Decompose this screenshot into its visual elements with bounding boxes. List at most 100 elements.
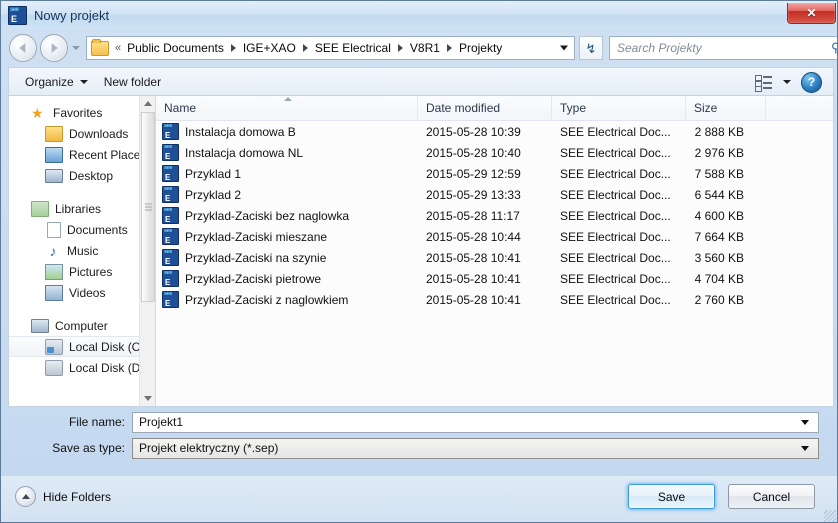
chevron-down-icon[interactable]: [801, 445, 809, 451]
hide-folders-label: Hide Folders: [43, 489, 112, 504]
sidebar-scrollbar[interactable]: [139, 96, 155, 406]
breadcrumb-item-projekty[interactable]: Projekty: [457, 40, 504, 56]
sidebar-group-computer[interactable]: Computer: [9, 315, 155, 336]
file-name-cell: see E Przyklad-Zaciski bez naglowka: [156, 207, 418, 224]
address-bar[interactable]: « Public Documents IGE+XAO SEE Electrica…: [86, 36, 575, 60]
breadcrumb-item-public-documents[interactable]: Public Documents: [125, 40, 226, 56]
breadcrumb-separator-icon: [230, 44, 236, 52]
sidebar-item-label: Pictures: [69, 264, 113, 279]
system-disk-icon: [45, 338, 63, 355]
see-electrical-document-icon: see E: [162, 144, 179, 161]
refresh-button[interactable]: ↯: [579, 36, 603, 60]
sidebar-item-downloads[interactable]: Downloads: [9, 123, 155, 144]
save-button[interactable]: Save: [628, 484, 715, 509]
table-row[interactable]: see E Przyklad-Zaciski pietrowe 2015-05-28 …: [156, 268, 833, 289]
breadcrumb-separator-icon: [397, 44, 403, 52]
forward-button[interactable]: [40, 34, 68, 62]
sidebar-item-pictures[interactable]: Pictures: [9, 261, 155, 282]
save-as-type-select[interactable]: Projekt elektryczny (*.sep): [132, 437, 819, 459]
new-folder-button[interactable]: New folder: [96, 72, 169, 92]
table-row[interactable]: see E Przyklad 2 2015-05-29 13:33 SEE Electr…: [156, 184, 833, 205]
hide-folders-button[interactable]: Hide Folders: [15, 486, 111, 507]
date-modified-cell: 2015-05-28 10:40: [426, 145, 521, 160]
refresh-icon: ↯: [585, 40, 597, 56]
close-button[interactable]: ✕: [787, 3, 836, 24]
see-electrical-document-icon: see E: [162, 207, 179, 224]
sidebar-item-label: Local Disk (C:): [69, 339, 148, 354]
navigation-sidebar[interactable]: ★ Favorites Downloads Recent Places Desk…: [9, 96, 155, 406]
back-button[interactable]: [9, 34, 37, 62]
file-name-text: Przyklad-Zaciski z naglowkiem: [185, 292, 349, 307]
date-modified-cell: 2015-05-29 12:59: [426, 166, 521, 181]
search-placeholder: Search Projekty: [617, 41, 702, 55]
navigation-bar: « Public Documents IGE+XAO SEE Electrica…: [1, 31, 837, 65]
sidebar-item-local-disk-c[interactable]: Local Disk (C:): [9, 336, 155, 357]
chevron-down-icon[interactable]: [801, 419, 809, 425]
breadcrumb-item-ige-xao[interactable]: IGE+XAO: [241, 40, 298, 56]
sidebar-group-libraries[interactable]: Libraries: [9, 198, 155, 219]
cancel-label: Cancel: [752, 489, 791, 504]
table-row[interactable]: see E Instalacja domowa NL 2015-05-28 10:40…: [156, 142, 833, 163]
table-row[interactable]: see E Przyklad-Zaciski mieszane 2015-05-28 …: [156, 226, 833, 247]
file-rows: see E Instalacja domowa B 2015-05-28 10:39 S…: [156, 121, 833, 310]
address-chevron-down-icon[interactable]: [560, 45, 568, 51]
sidebar-group-favorites[interactable]: ★ Favorites: [9, 102, 155, 123]
scroll-up-button[interactable]: [140, 96, 155, 111]
file-name-row: File name: Projekt1: [1, 411, 837, 433]
breadcrumb-overflow-icon[interactable]: «: [115, 42, 121, 54]
save-as-type-label: Save as type:: [52, 441, 125, 455]
table-row[interactable]: see E Przyklad-Zaciski na szynie 2015-05-28…: [156, 247, 833, 268]
sidebar-item-label: Downloads: [69, 126, 129, 141]
sidebar-item-label: Recent Places: [69, 147, 147, 162]
view-options-chevron-down-icon[interactable]: [783, 80, 791, 84]
sidebar-item-desktop[interactable]: Desktop: [9, 165, 155, 186]
sidebar-item-documents[interactable]: Documents: [9, 219, 155, 240]
column-header-size[interactable]: Size: [686, 96, 766, 120]
cancel-button[interactable]: Cancel: [728, 484, 815, 509]
sidebar-item-music[interactable]: ♪ Music: [9, 240, 155, 261]
table-row[interactable]: see E Przyklad-Zaciski bez naglowka 2015-05…: [156, 205, 833, 226]
table-row[interactable]: see E Przyklad-Zaciski z naglowkiem 2015-05…: [156, 289, 833, 310]
desktop-icon: [45, 168, 63, 183]
type-cell: SEE Electrical Doc...: [560, 229, 671, 244]
help-icon: ?: [807, 75, 816, 89]
sidebar-item-videos[interactable]: Videos: [9, 282, 155, 303]
sidebar-item-label: Videos: [69, 285, 106, 300]
sidebar-item-local-disk-d[interactable]: Local Disk (D:): [9, 357, 155, 378]
file-name-cell: see E Przyklad 2: [156, 186, 418, 203]
recent-locations-chevron-down-icon[interactable]: [72, 46, 80, 50]
column-header-date-modified[interactable]: Date modified: [418, 96, 552, 120]
sidebar-item-recent-places[interactable]: Recent Places: [9, 144, 155, 165]
scrollbar-thumb[interactable]: [141, 112, 155, 302]
title-bar: see E Nowy projekt ✕: [1, 1, 837, 29]
search-input[interactable]: Search Projekty ⚲: [609, 36, 837, 60]
resize-grip[interactable]: [824, 510, 836, 522]
column-header-spacer: [766, 96, 833, 120]
column-header-name[interactable]: Name: [156, 96, 418, 120]
table-row[interactable]: see E Przyklad 1 2015-05-29 12:59 SEE Electr…: [156, 163, 833, 184]
sidebar-group-label: Libraries: [55, 201, 102, 216]
column-label: Size: [694, 101, 718, 115]
breadcrumb-item-see-electrical[interactable]: SEE Electrical: [313, 40, 393, 56]
view-options-icon[interactable]: [755, 74, 773, 92]
chevron-down-icon: [79, 80, 88, 84]
file-name-text: Przyklad 2: [185, 187, 242, 202]
column-label: Type: [560, 101, 587, 115]
file-list-pane[interactable]: Name Date modified Type Size see E Instala…: [156, 96, 833, 406]
see-electrical-document-icon: see E: [162, 270, 179, 287]
see-electrical-document-icon: see E: [162, 291, 179, 308]
table-row[interactable]: see E Instalacja domowa B 2015-05-28 10:39 S…: [156, 121, 833, 142]
organize-label: Organize: [25, 75, 74, 89]
file-name-text: Przyklad-Zaciski mieszane: [185, 229, 328, 244]
file-name-input[interactable]: Projekt1: [132, 411, 819, 433]
breadcrumb-item-v8r1[interactable]: V8R1: [408, 40, 442, 56]
file-name-cell: see E Przyklad 1: [156, 165, 418, 182]
see-electrical-document-icon: see E: [162, 249, 179, 266]
downloads-folder-icon: [45, 125, 63, 142]
organize-button[interactable]: Organize: [17, 72, 96, 92]
help-button[interactable]: ?: [801, 71, 822, 93]
scroll-down-button[interactable]: [140, 391, 155, 406]
column-header-type[interactable]: Type: [552, 96, 686, 120]
file-name-text: Przyklad-Zaciski bez naglowka: [185, 208, 350, 223]
